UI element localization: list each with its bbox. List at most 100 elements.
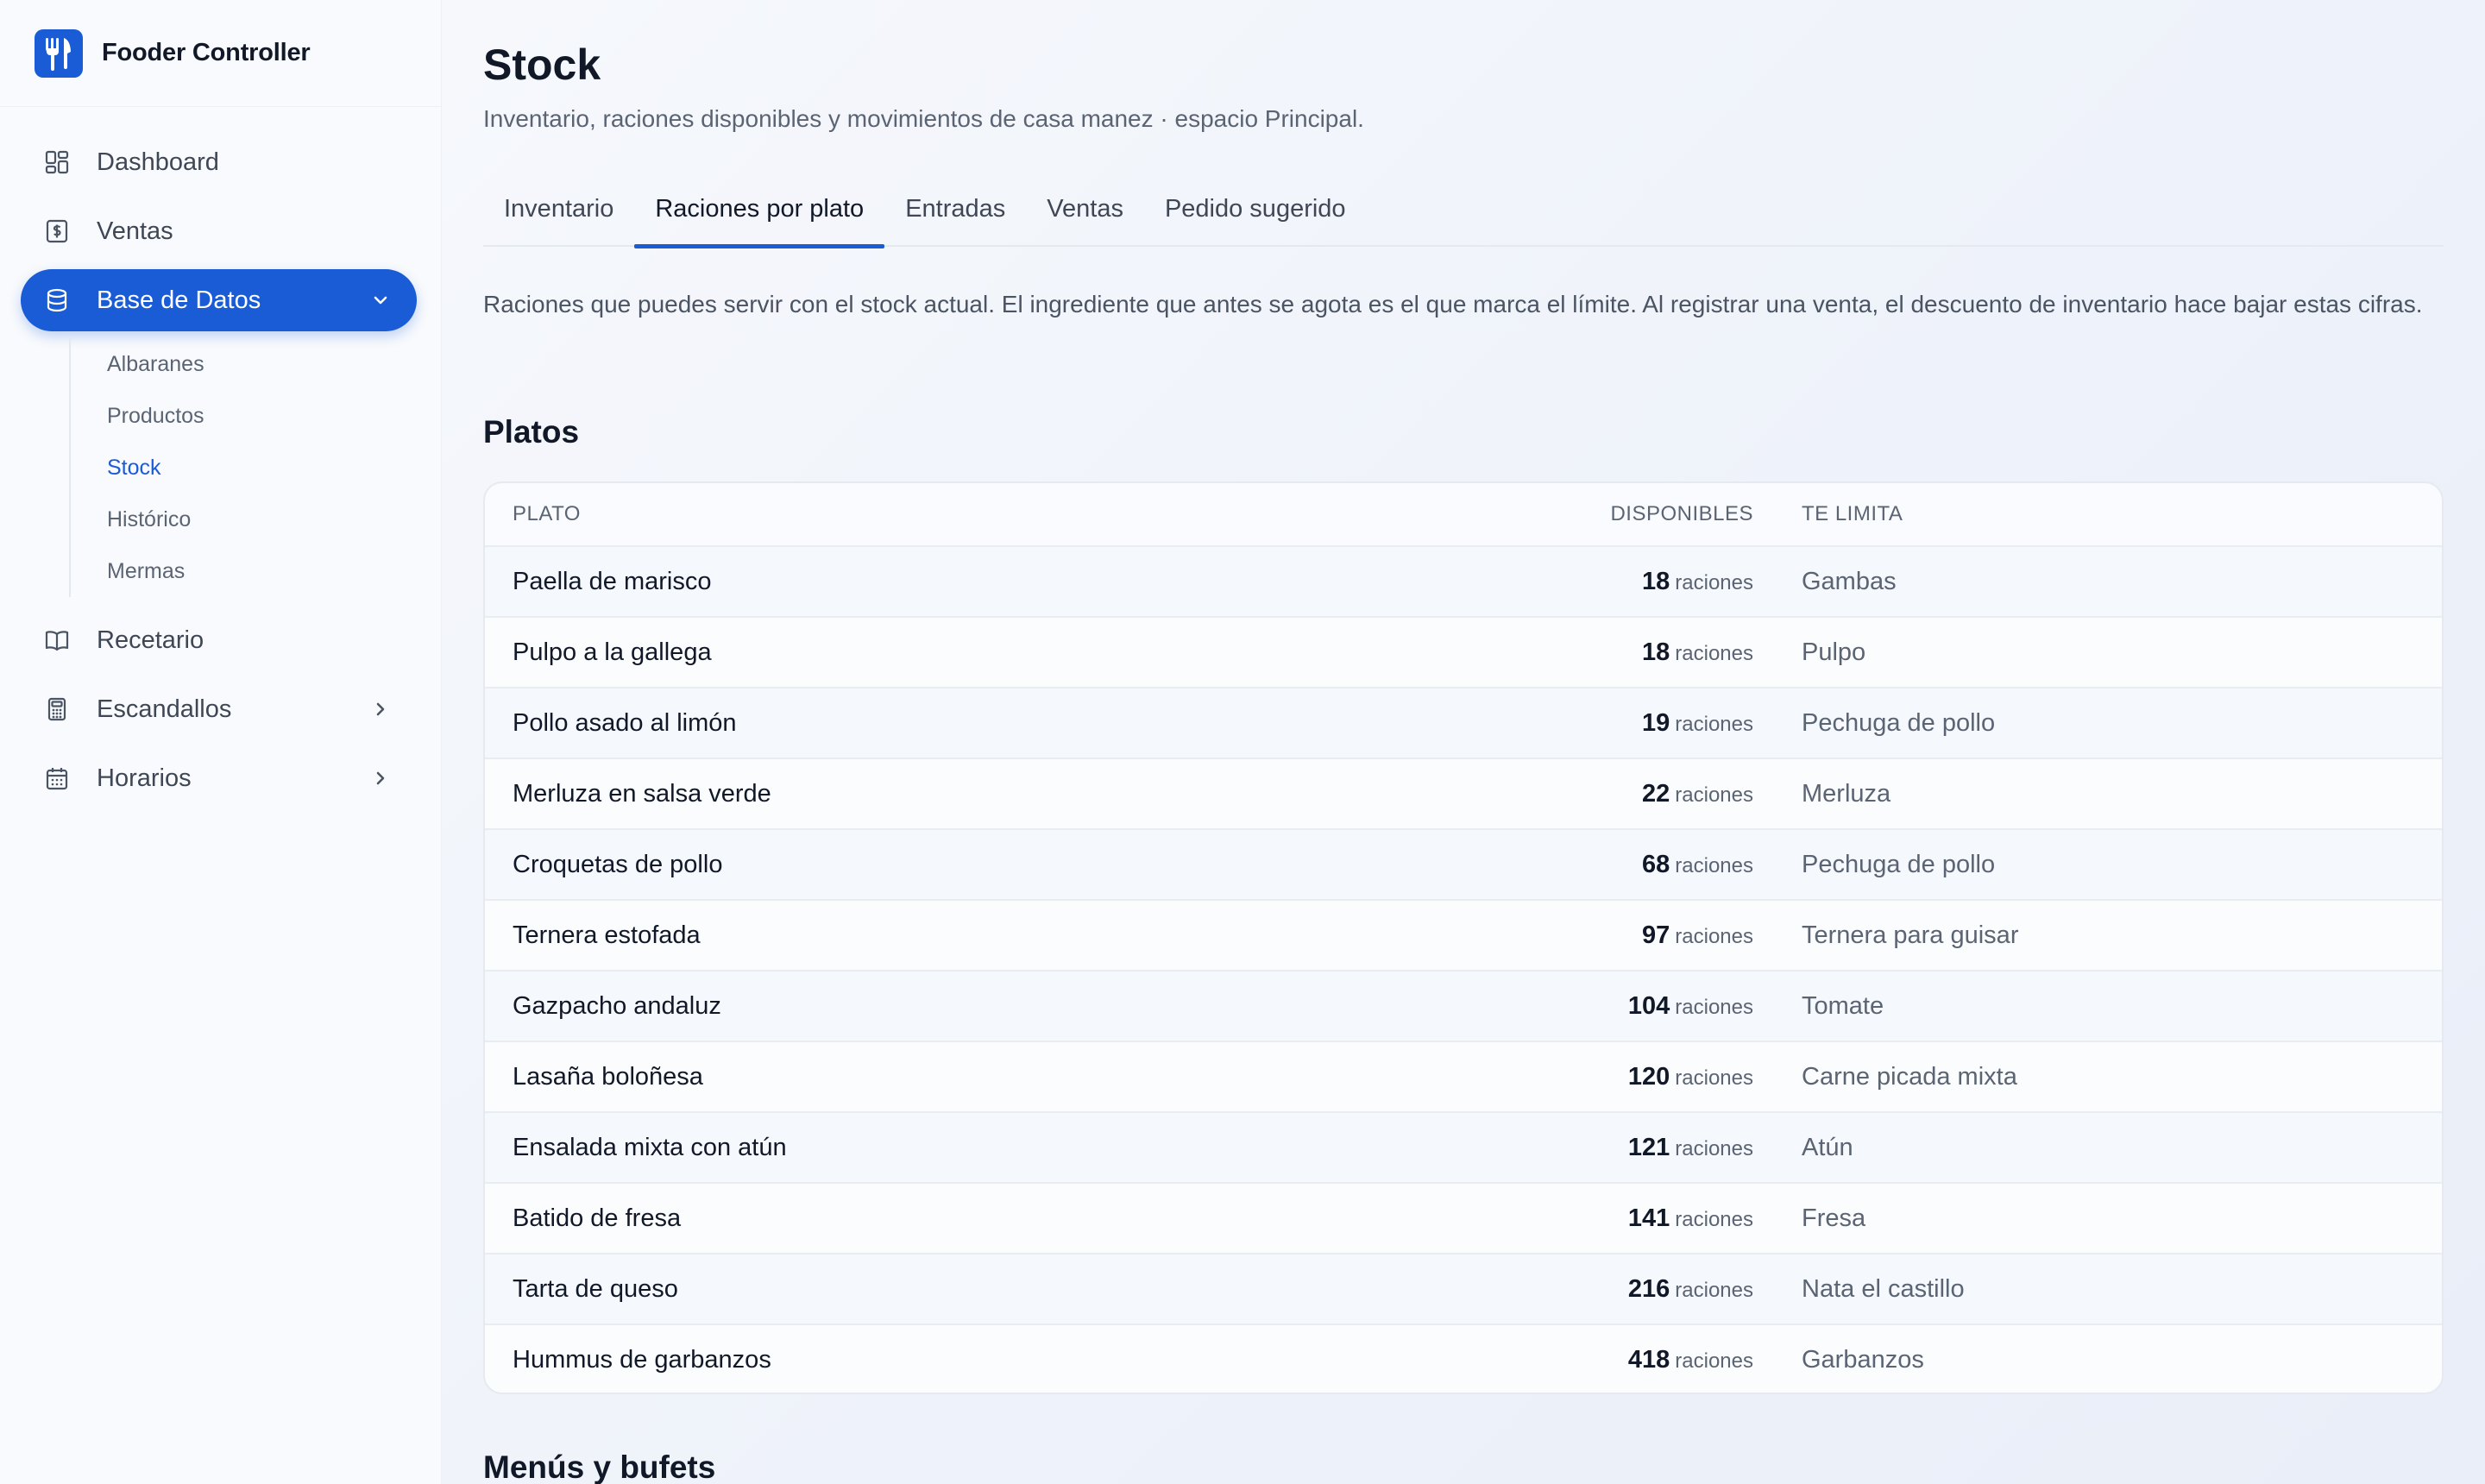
disponibles-unit: raciones [1675, 995, 1753, 1019]
cell-te-limita: Pechuga de pollo [1802, 850, 1996, 878]
table-row[interactable]: Pulpo a la gallega 18 raciones Pulpo [485, 616, 2442, 687]
sidebar-subitem-productos[interactable]: Productos [107, 390, 441, 442]
cell-plato: Lasaña boloñesa [513, 1062, 703, 1091]
sidebar-item-recetario[interactable]: Recetario [21, 609, 417, 671]
cell-te-limita: Nata el castillo [1802, 1274, 1965, 1303]
disponibles-unit: raciones [1675, 712, 1753, 736]
column-header-plato: PLATO [513, 502, 581, 525]
cell-plato: Batido de fresa [513, 1204, 682, 1232]
disponibles-unit: raciones [1675, 1066, 1753, 1090]
sidebar-item-dashboard[interactable]: Dashboard [21, 131, 417, 193]
disponibles-unit: raciones [1675, 1136, 1753, 1160]
disponibles-value: 97 [1642, 921, 1670, 949]
book-icon [43, 626, 71, 654]
sidebar-item-label: Ventas [97, 217, 173, 245]
dollar-icon [43, 217, 71, 245]
disponibles-value: 104 [1627, 991, 1670, 1020]
disponibles-unit: raciones [1675, 570, 1753, 594]
cell-disponibles: 141 raciones [1628, 1204, 1753, 1233]
database-icon [43, 286, 71, 314]
cell-disponibles: 216 raciones [1628, 1275, 1753, 1304]
table-row[interactable]: Gazpacho andaluz 104 raciones Tomate [485, 970, 2442, 1041]
disponibles-value: 121 [1627, 1133, 1670, 1161]
column-header-disponibles: DISPONIBLES [1610, 502, 1753, 525]
disponibles-unit: raciones [1675, 1278, 1753, 1302]
section-description: Raciones que puedes servir con el stock … [483, 291, 2423, 318]
sidebar-item-horarios[interactable]: Horarios [21, 747, 417, 809]
chevron-down-icon[interactable] [368, 288, 393, 312]
cell-plato: Croquetas de pollo [513, 850, 723, 878]
cell-te-limita: Merluza [1802, 779, 1891, 808]
table-row[interactable]: Merluza en salsa verde 22 raciones Merluza [485, 758, 2442, 828]
table-row[interactable]: Ternera estofada 97 raciones Ternera para g… [485, 899, 2442, 970]
table-row[interactable]: Hummus de garbanzos 418 raciones Garbanzos [485, 1324, 2442, 1393]
chevron-right-icon[interactable] [368, 697, 393, 721]
platos-heading: Platos [483, 414, 580, 450]
disponibles-unit: raciones [1675, 1349, 1753, 1373]
page-title: Stock [483, 41, 601, 89]
dashboard-icon [43, 148, 71, 176]
cell-disponibles: 68 raciones [1642, 851, 1753, 879]
cell-plato: Merluza en salsa verde [513, 779, 771, 808]
cell-te-limita: Carne picada mixta [1802, 1062, 2017, 1091]
cell-te-limita: Fresa [1802, 1204, 1866, 1232]
cell-disponibles: 121 raciones [1628, 1134, 1753, 1162]
cell-plato: Tarta de queso [513, 1274, 678, 1303]
cell-te-limita: Gambas [1802, 567, 1897, 595]
table-row[interactable]: Batido de fresa 141 raciones Fresa [485, 1182, 2442, 1253]
sidebar-item-ventas[interactable]: Ventas [21, 200, 417, 262]
tab-entradas[interactable]: Entradas [884, 183, 1026, 247]
table-row[interactable]: Croquetas de pollo 68 raciones Pechuga de p… [485, 828, 2442, 899]
sidebar-subitem-stock[interactable]: Stock [107, 442, 441, 494]
tab-bar: Inventario Raciones por plato Entradas V… [483, 183, 2444, 248]
sidebar-item-escandallos[interactable]: Escandallos [21, 678, 417, 740]
tab-inventario[interactable]: Inventario [483, 183, 634, 247]
tab-ventas[interactable]: Ventas [1026, 183, 1144, 247]
table-row[interactable]: Ensalada mixta con atún 121 raciones Atún [485, 1111, 2442, 1182]
disponibles-value: 120 [1627, 1062, 1670, 1091]
disponibles-unit: raciones [1675, 853, 1753, 877]
sidebar-item-label: Horarios [97, 764, 192, 792]
cell-plato: Gazpacho andaluz [513, 991, 721, 1020]
cell-plato: Paella de marisco [513, 567, 712, 595]
sidebar-subitem-mermas[interactable]: Mermas [107, 545, 441, 597]
cell-disponibles: 18 raciones [1642, 568, 1753, 596]
disponibles-value: 19 [1642, 708, 1670, 737]
sidebar-item-label: Base de Datos [97, 286, 261, 314]
sidebar-nav: Dashboard Ventas Base de Datos Albaranes… [0, 107, 441, 809]
disponibles-value: 141 [1627, 1204, 1670, 1232]
sidebar-item-label: Escandallos [97, 695, 232, 723]
table-body: Paella de marisco 18 raciones Gambas Pulpo … [485, 545, 2442, 1393]
menus-heading: Menús y bufets [483, 1449, 716, 1484]
cell-plato: Pulpo a la gallega [513, 638, 712, 666]
sidebar-subitem-historico[interactable]: Histórico [107, 494, 441, 545]
sidebar: Fooder Controller Dashboard Ventas Base … [0, 0, 442, 1484]
table-header: PLATO DISPONIBLES TE LIMITA [485, 483, 2442, 545]
platos-table: PLATO DISPONIBLES TE LIMITA Paella de ma… [483, 481, 2444, 1394]
sidebar-item-base-de-datos[interactable]: Base de Datos [21, 269, 417, 331]
cell-disponibles: 97 raciones [1642, 921, 1753, 950]
sidebar-subitem-albaranes[interactable]: Albaranes [107, 338, 441, 390]
cell-te-limita: Pulpo [1802, 638, 1866, 666]
brand[interactable]: Fooder Controller [0, 0, 441, 107]
cell-disponibles: 418 raciones [1628, 1346, 1753, 1374]
table-row[interactable]: Pollo asado al limón 19 raciones Pechuga de… [485, 687, 2442, 758]
cell-te-limita: Tomate [1802, 991, 1884, 1020]
page-subtitle: Inventario, raciones disponibles y movim… [483, 105, 1364, 132]
table-row[interactable]: Paella de marisco 18 raciones Gambas [485, 545, 2442, 616]
disponibles-value: 18 [1642, 567, 1670, 595]
column-header-te-limita: TE LIMITA [1802, 502, 1903, 525]
cell-plato: Ternera estofada [513, 921, 701, 949]
disponibles-value: 22 [1642, 779, 1670, 808]
table-row[interactable]: Lasaña boloñesa 120 raciones Carne picada m… [485, 1041, 2442, 1111]
main-content: Stock Inventario, raciones disponibles y… [442, 0, 2485, 1484]
cell-disponibles: 120 raciones [1628, 1063, 1753, 1091]
table-row[interactable]: Tarta de queso 216 raciones Nata el castill… [485, 1253, 2442, 1324]
sidebar-item-label: Dashboard [97, 148, 219, 176]
base-de-datos-submenu: Albaranes Productos Stock Histórico Merm… [69, 338, 441, 597]
calendar-icon [43, 764, 71, 792]
tab-pedido-sugerido[interactable]: Pedido sugerido [1144, 183, 1367, 247]
cell-plato: Hummus de garbanzos [513, 1345, 771, 1374]
tab-raciones-por-plato[interactable]: Raciones por plato [634, 183, 885, 248]
chevron-right-icon[interactable] [368, 766, 393, 790]
